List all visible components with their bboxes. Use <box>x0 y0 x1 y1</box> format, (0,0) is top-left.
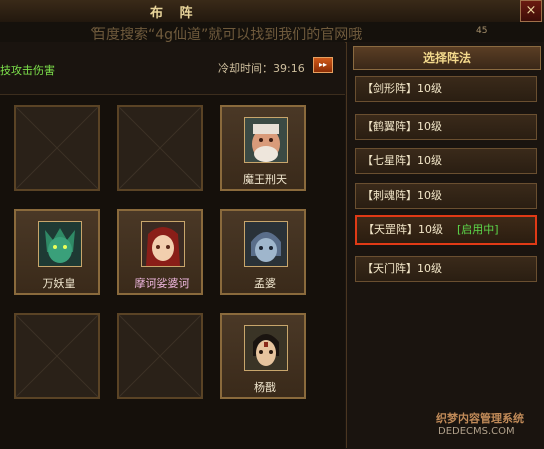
formation-label: 【鹤翼阵】10级 <box>362 120 442 133</box>
formation-label: 【七星阵】10级 <box>362 154 442 167</box>
girl-hero-portrait <box>141 221 185 267</box>
formation-grid-panel: 技攻击伤害 冷却时间：39:16 ▸▸ 魔王刑天 万妖皇 摩诃娑婆诃 孟婆 杨戬 <box>0 42 345 449</box>
formation-label: 【剑形阵】10级 <box>362 82 442 95</box>
hero-grid: 魔王刑天 万妖皇 摩诃娑婆诃 孟婆 杨戬 <box>0 94 345 449</box>
notice-text: 百度搜索“4g仙道”就可以找到我们的官网哦 <box>92 27 363 43</box>
hero-slot-girl[interactable]: 摩诃娑婆诃 <box>117 209 203 295</box>
demon-king-portrait <box>244 117 288 163</box>
yangjian-portrait <box>244 325 288 371</box>
monster-emperor-portrait <box>38 221 82 267</box>
formation-label: 【天门阵】10级 <box>362 262 442 275</box>
hero-slot-demon-king[interactable]: 魔王刑天 <box>220 105 306 191</box>
empty-slot[interactable] <box>14 313 100 399</box>
formation-select-panel: 选择阵法 【剑形阵】10级 【鹤翼阵】10级 【七星阵】10级 【刺魂阵】10级… <box>346 42 544 448</box>
hero-name: 万妖皇 <box>42 277 76 290</box>
formation-item[interactable]: 【鹤翼阵】10级 <box>355 114 537 140</box>
counter-badge: 45 <box>476 26 488 36</box>
hero-name: 魔王刑天 <box>243 173 287 186</box>
hero-slot-yangjian[interactable]: 杨戬 <box>220 313 306 399</box>
cooldown-timer: 冷却时间：39:16 <box>218 62 305 75</box>
title-bar: 布 阵 × <box>0 0 544 23</box>
speedup-button[interactable]: ▸▸ <box>313 57 333 73</box>
empty-slot[interactable] <box>14 105 100 191</box>
hero-name: 孟婆 <box>254 277 276 290</box>
formation-label: 【刺魂阵】10级 <box>362 189 442 202</box>
hero-slot-mengpo[interactable]: 孟婆 <box>220 209 306 295</box>
empty-slot[interactable] <box>117 313 203 399</box>
panel-header: 选择阵法 <box>353 46 541 70</box>
watermark-url: DEDECMS.COM <box>438 426 515 437</box>
formation-item[interactable]: 【天门阵】10级 <box>355 256 537 282</box>
formation-effect-text: 技攻击伤害 <box>0 64 55 77</box>
formation-item[interactable]: 【剑形阵】10级 <box>355 76 537 102</box>
formation-label: 【天罡阵】10级 <box>363 223 443 236</box>
formation-item[interactable]: 【七星阵】10级 <box>355 148 537 174</box>
watermark-text: 织梦内容管理系统 <box>436 412 524 425</box>
mengpo-portrait <box>244 221 288 267</box>
formation-item-active[interactable]: 【天罡阵】10级 [启用中] <box>355 215 537 245</box>
window-title: 布 阵 <box>150 6 199 21</box>
hero-slot-monster-emperor[interactable]: 万妖皇 <box>14 209 100 295</box>
empty-slot[interactable] <box>117 105 203 191</box>
close-button[interactable]: × <box>520 0 542 22</box>
scrolling-notice: « 百度搜索“4g仙道”就可以找到我们的官网哦 <box>0 22 544 43</box>
hero-name: 摩诃娑婆诃 <box>134 277 190 290</box>
formation-item[interactable]: 【刺魂阵】10级 <box>355 183 537 209</box>
active-status-tag: [启用中] <box>457 223 499 236</box>
hero-name: 杨戬 <box>254 381 276 394</box>
